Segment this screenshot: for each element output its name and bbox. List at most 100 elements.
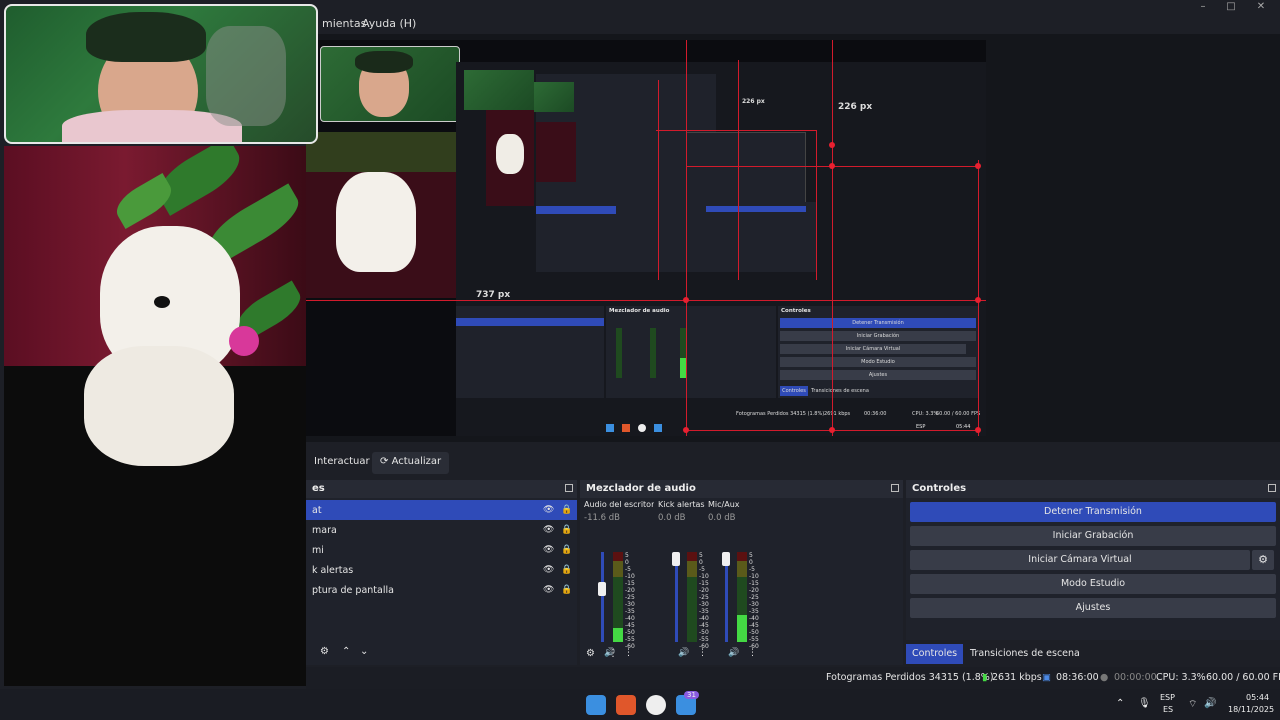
nested-tab-transitions: Transiciones de escena — [811, 388, 869, 394]
eye-icon[interactable]: 👁 — [543, 565, 554, 575]
tab-controls[interactable]: Controles — [906, 644, 964, 664]
dog-nose — [154, 296, 170, 308]
guide-handle-7 — [829, 427, 835, 433]
start-recording-button[interactable]: Iniciar Grabación — [910, 526, 1276, 546]
keyboard-language-top[interactable]: ESP — [1160, 693, 1175, 702]
move-down-icon[interactable]: ⌄ — [360, 646, 368, 657]
taskbar-time[interactable]: 05:44 — [1246, 693, 1269, 702]
mixer-settings-icon[interactable]: ⚙ — [586, 648, 595, 659]
keyboard-language-bottom[interactable]: ES — [1163, 705, 1173, 714]
float-icon[interactable] — [1268, 484, 1276, 492]
db-tick: -5 — [625, 566, 631, 573]
refresh-button[interactable]: ⟳ Actualizar — [372, 452, 450, 474]
guide-handle-6 — [975, 427, 981, 433]
eye-icon[interactable]: 👁 — [543, 585, 554, 595]
source-item[interactable]: mi 👁 🔒 — [306, 540, 577, 560]
nested-status-cpu: CPU: 3.3% — [912, 411, 939, 417]
db-tick: -30 — [749, 601, 759, 608]
nested-status-dropped: Fotogramas Perdidos 34315 (1.8%) — [736, 411, 825, 417]
source-item[interactable]: ptura de pantalla 👁 🔒 — [306, 580, 577, 600]
menu-help[interactable]: Ayuda (H) — [362, 17, 416, 30]
lock-icon[interactable]: 🔒 — [561, 525, 572, 535]
source-item[interactable]: mara 👁 🔒 — [306, 520, 577, 540]
nested-capture-webcam — [320, 46, 460, 122]
volume-slider-handle[interactable] — [672, 552, 680, 566]
mixer-menu-icon[interactable]: ⋮ — [608, 648, 618, 659]
close-button[interactable]: ✕ — [1250, 0, 1272, 14]
guide-line-v2 — [832, 40, 833, 436]
notification-badge: 31 — [684, 691, 699, 699]
bitrate: 2631 kbps — [992, 672, 1042, 683]
interact-button[interactable]: Interactuar — [306, 452, 378, 474]
guide-label-737: 737 px — [476, 290, 511, 300]
float-icon[interactable] — [565, 484, 573, 492]
minimize-button[interactable]: – — [1192, 0, 1214, 14]
volume-icon[interactable]: 🔊 — [1204, 698, 1216, 709]
source-settings-icon[interactable]: ⚙ — [320, 646, 329, 657]
db-tick: -5 — [749, 566, 755, 573]
db-tick: 0 — [749, 559, 753, 566]
volume-icon[interactable]: 🔊 — [728, 648, 739, 658]
eye-icon[interactable]: 👁 — [543, 545, 554, 555]
volume-slider-handle[interactable] — [598, 582, 606, 597]
virtual-camera-settings-button[interactable]: ⚙ — [1252, 550, 1274, 570]
lock-icon[interactable]: 🔒 — [561, 505, 572, 515]
menu-tools[interactable]: mientas — [322, 17, 366, 30]
nested-start-record: Iniciar Grabación — [780, 331, 976, 341]
eye-icon[interactable]: 👁 — [543, 505, 554, 515]
windows-start-icon[interactable] — [586, 695, 606, 715]
taskbar-date[interactable]: 18/11/2025 — [1228, 705, 1274, 714]
guide-handle-5 — [683, 297, 689, 303]
wifi-icon[interactable]: ⌔ — [1188, 698, 1197, 711]
channel-menu-icon[interactable]: ⋮ — [698, 648, 707, 658]
lock-icon[interactable]: 🔒 — [561, 565, 572, 575]
preview-area[interactable]: Controles Detener Transmisión Iniciar Gr… — [306, 34, 1280, 442]
volume-icon[interactable]: 🔊 — [678, 648, 689, 658]
guide-line-v1 — [686, 40, 687, 436]
move-up-icon[interactable]: ⌃ — [342, 646, 350, 657]
level-meter — [687, 552, 697, 642]
chevron-up-icon[interactable]: ⌃ — [1116, 698, 1124, 709]
float-icon[interactable] — [891, 484, 899, 492]
db-scale: 5 0 -5 -10 -15 -20 -25 -30 -35 -40 -45 -50 -55 -60 — [749, 552, 763, 650]
dog-body — [84, 346, 234, 466]
volume-slider[interactable] — [601, 552, 604, 642]
db-tick: -45 — [625, 622, 635, 629]
studio-mode-button[interactable]: Modo Estudio — [910, 574, 1276, 594]
channel-menu-icon[interactable]: ⋮ — [748, 648, 757, 658]
channel-name: Kick alertas — [658, 500, 705, 509]
nested-stop-stream: Detener Transmisión — [780, 318, 976, 328]
stop-stream-button[interactable]: Detener Transmisión — [910, 502, 1276, 522]
db-tick: -55 — [749, 636, 759, 643]
source-item[interactable]: at 👁 🔒 — [306, 500, 577, 520]
eye-icon[interactable]: 👁 — [543, 525, 554, 535]
channel-name: Mic/Aux — [708, 500, 740, 509]
settings-button[interactable]: Ajustes — [910, 598, 1276, 618]
guide-handle-2 — [829, 163, 835, 169]
source-item[interactable]: k alertas 👁 🔒 — [306, 560, 577, 580]
volume-slider-handle[interactable] — [722, 552, 730, 566]
obs-icon[interactable] — [646, 695, 666, 715]
preview-canvas[interactable]: Controles Detener Transmisión Iniciar Gr… — [306, 40, 986, 436]
nested-status-time: 00:36:00 — [864, 411, 887, 417]
db-tick: -35 — [625, 608, 635, 615]
guide-handle-8 — [683, 427, 689, 433]
source-label: at — [312, 505, 322, 516]
brave-icon[interactable] — [616, 695, 636, 715]
lock-icon[interactable]: 🔒 — [561, 545, 572, 555]
guide-line-h1 — [306, 300, 986, 301]
start-virtual-camera-button[interactable]: Iniciar Cámara Virtual — [910, 550, 1250, 570]
status-bar: Fotogramas Perdidos 34315 (1.8%) ▮ 2631 … — [306, 667, 1280, 689]
source-label: k alertas — [312, 565, 354, 576]
channel-menu-icon[interactable]: ⋮ — [624, 648, 633, 658]
mixer-channel: Audio del escritorio -11.6 dB 5 0 -5 -10 -15 -2… — [584, 500, 654, 658]
lock-icon[interactable]: 🔒 — [561, 585, 572, 595]
fps: 60.00 / 60.00 FPS — [1206, 672, 1280, 683]
tab-scene-transitions[interactable]: Transiciones de escena — [964, 644, 1086, 664]
maximize-button[interactable]: □ — [1220, 0, 1242, 14]
db-tick: 5 — [625, 552, 629, 559]
dog-photo — [4, 146, 306, 686]
microphone-icon[interactable]: 🎙 — [1138, 698, 1151, 709]
nested-capture-panel: Controles Detener Transmisión Iniciar Gr… — [456, 62, 986, 436]
db-tick: -15 — [625, 580, 635, 587]
